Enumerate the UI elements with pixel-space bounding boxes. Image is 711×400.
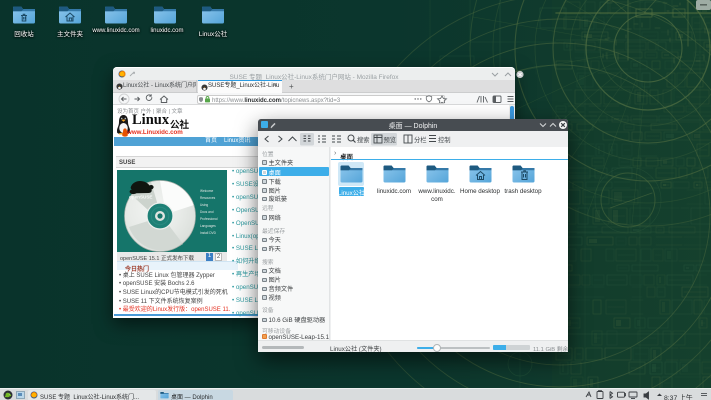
svg-text:Professional: Professional bbox=[200, 217, 218, 221]
svg-text:Welcome: Welcome bbox=[200, 189, 213, 193]
svg-text:Install DVD: Install DVD bbox=[200, 231, 217, 235]
svg-text:Resources: Resources bbox=[200, 196, 216, 200]
svg-text:Docs and: Docs and bbox=[200, 210, 214, 214]
svg-text:openSUSE: openSUSE bbox=[129, 195, 152, 200]
svg-text:Languages: Languages bbox=[200, 224, 216, 228]
svg-text:Using: Using bbox=[200, 203, 208, 207]
